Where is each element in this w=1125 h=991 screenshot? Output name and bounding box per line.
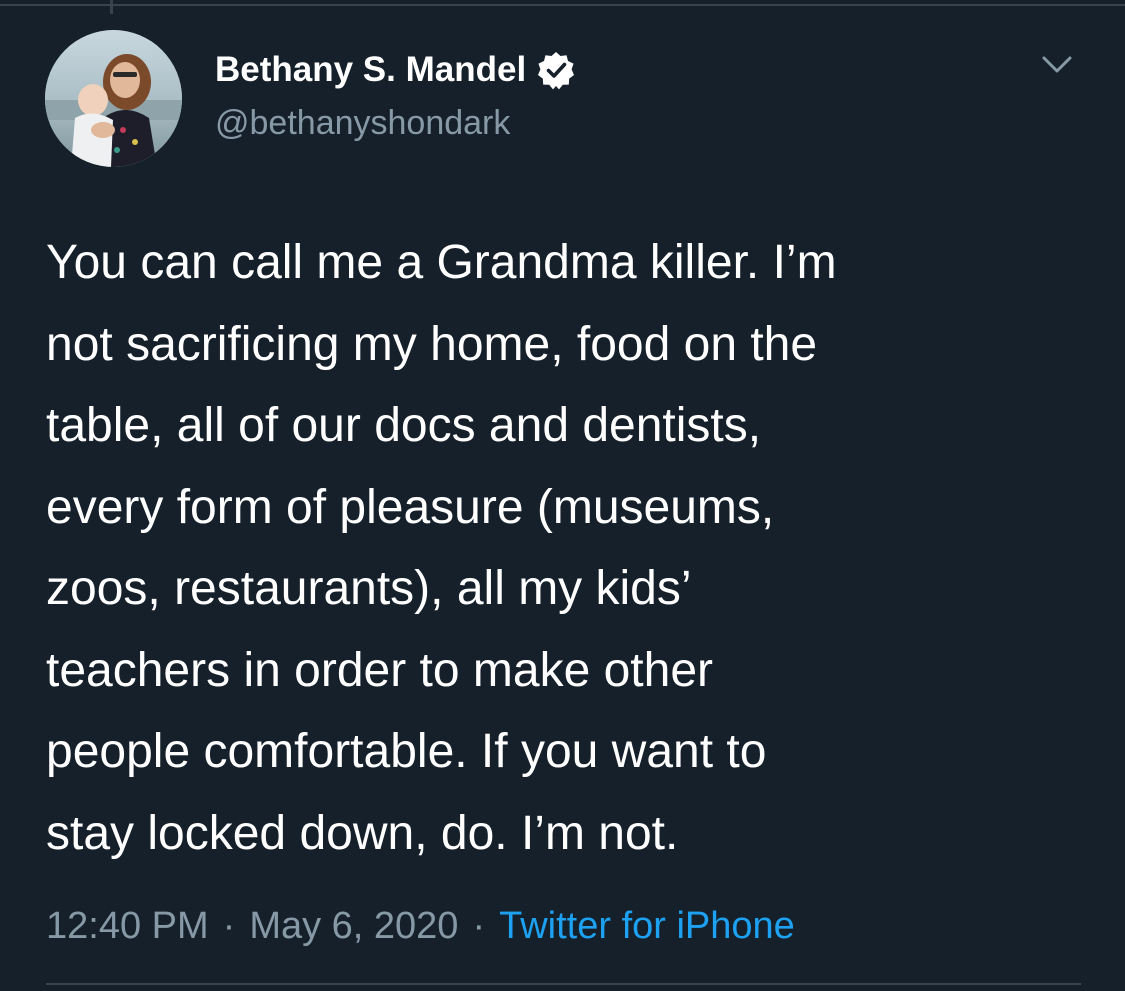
tweet-meta: 12:40 PM · May 6, 2020 · Twitter for iPh… xyxy=(46,905,795,948)
author-display-name[interactable]: Bethany S. Mandel xyxy=(215,50,526,90)
tweet-date[interactable]: May 6, 2020 xyxy=(249,905,458,948)
avatar-photo xyxy=(45,30,182,167)
avatar[interactable] xyxy=(45,30,182,167)
tweet-text-line: stay locked down, do. I’m not. xyxy=(46,806,679,860)
meta-separator: · xyxy=(472,905,486,947)
tweet-source-link[interactable]: Twitter for iPhone xyxy=(499,905,795,948)
tweet-text: You can call me a Grandma killer. I’m no… xyxy=(46,222,1086,874)
thread-connector-line xyxy=(110,0,113,14)
author-handle[interactable]: @bethanyshondark xyxy=(215,104,510,143)
tweet-text-line: table, all of our docs and dentists, xyxy=(46,399,762,452)
tweet-text-line: You can call me a Grandma killer. I’m xyxy=(46,236,837,289)
tweet-text-line: people comfortable. If you want to xyxy=(46,725,767,778)
verified-badge-icon xyxy=(536,50,576,90)
bottom-divider xyxy=(46,983,1081,985)
author-name-row[interactable]: Bethany S. Mandel xyxy=(215,48,576,92)
chevron-down-icon[interactable] xyxy=(1040,50,1074,78)
tweet-text-line: teachers in order to make other xyxy=(46,643,714,697)
tweet-time[interactable]: 12:40 PM xyxy=(46,905,209,948)
tweet-text-line: not sacrificing my home, food on the xyxy=(46,317,818,371)
meta-separator: · xyxy=(222,905,236,947)
tweet-text-line: every form of pleasure (museums, xyxy=(46,480,775,534)
top-divider xyxy=(0,4,1125,6)
tweet-text-line: zoos, restaurants), all my kids’ xyxy=(46,562,692,615)
